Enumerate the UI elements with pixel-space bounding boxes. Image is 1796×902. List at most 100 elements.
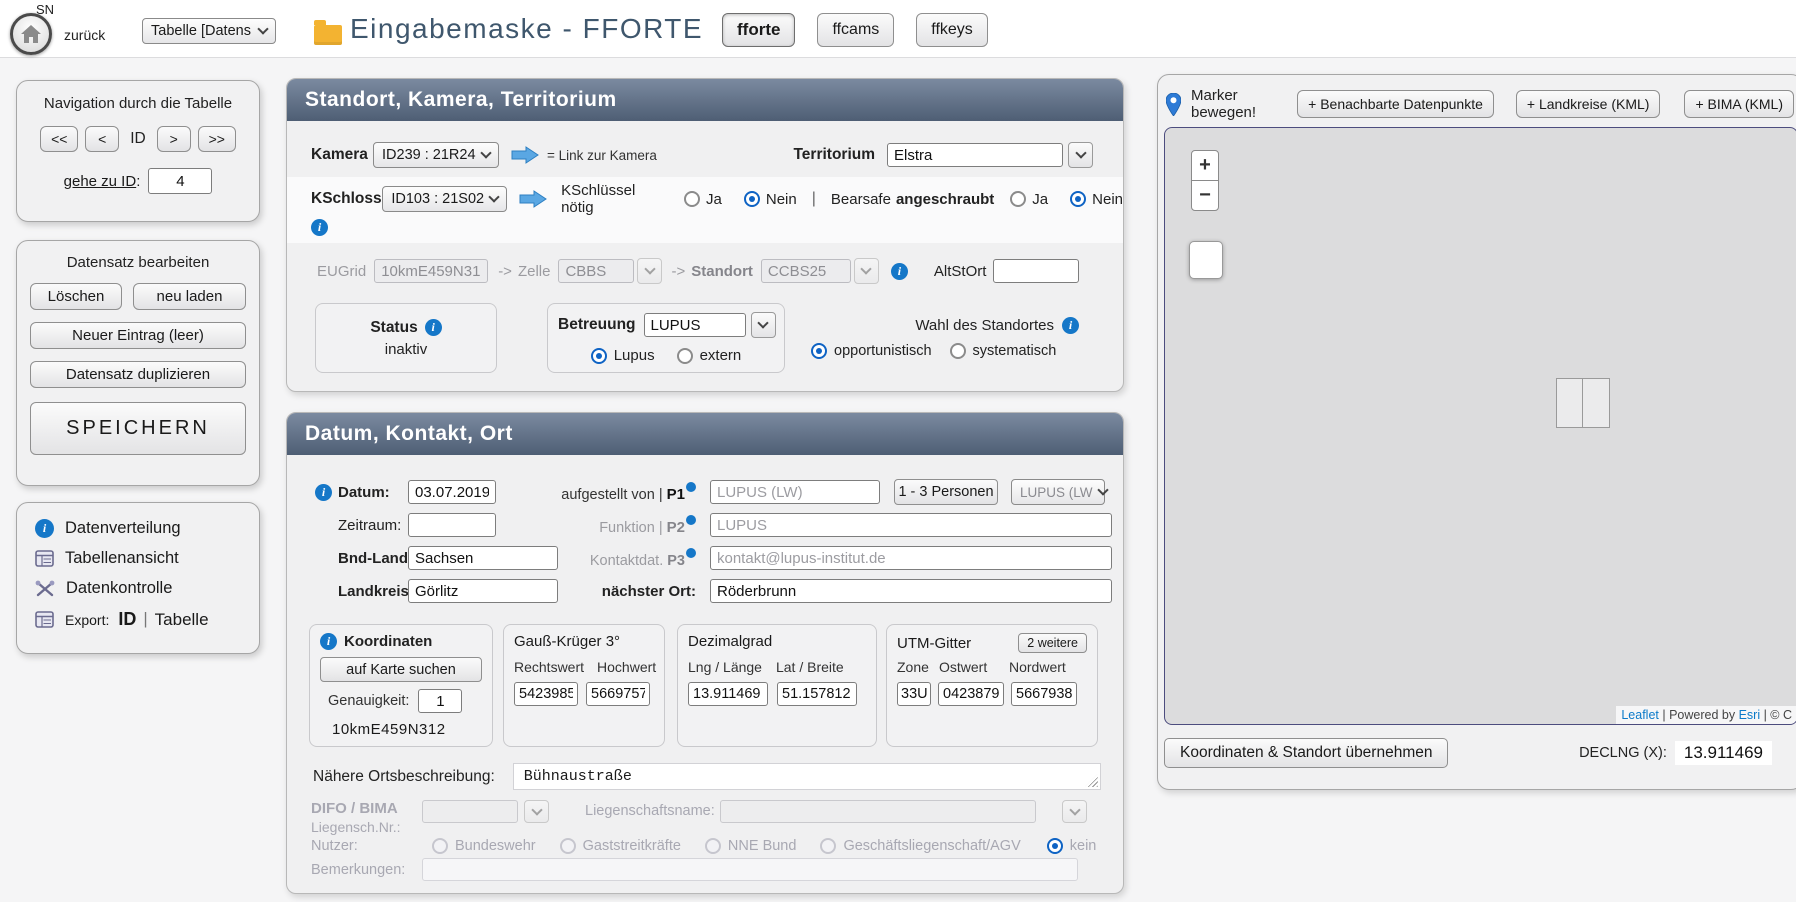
p1-info-icon[interactable] xyxy=(686,482,696,492)
kschluessel-label: KSchlüssel nötig xyxy=(561,182,668,216)
p2-input[interactable] xyxy=(710,513,1112,537)
radio-nutzer-kein[interactable] xyxy=(1047,838,1063,854)
nordwert-input[interactable] xyxy=(1011,682,1077,706)
data-distribution-label: Datenverteilung xyxy=(65,519,181,538)
naechster-ort-input[interactable] xyxy=(710,579,1112,603)
map-layers-button[interactable] xyxy=(1189,241,1223,279)
ortsbeschreibung-textarea[interactable]: Bühnaustraße xyxy=(513,763,1101,790)
wahl-info-icon[interactable]: i xyxy=(1062,317,1079,334)
kamera-select[interactable]: ID239 : 21R24 xyxy=(373,142,499,168)
datum-info-icon[interactable]: i xyxy=(315,484,332,501)
chevron-down-icon xyxy=(1075,147,1086,158)
leaflet-link[interactable]: Leaflet xyxy=(1621,708,1659,722)
bearsafe-nein-label: Nein xyxy=(1092,191,1123,208)
radio-wahl-opportunistisch[interactable] xyxy=(811,343,827,359)
more-coords-button[interactable]: 2 weitere xyxy=(1018,633,1087,653)
altstort-input[interactable] xyxy=(993,259,1079,283)
attribution-sep1: | Powered by xyxy=(1659,708,1739,722)
wahl-label: Wahl des Standortes xyxy=(915,317,1054,334)
betreuung-input[interactable] xyxy=(644,313,746,337)
tab-ffcams[interactable]: ffcams xyxy=(817,13,894,47)
p2-info-icon[interactable] xyxy=(686,515,696,525)
new-entry-button[interactable]: Neuer Eintrag (leer) xyxy=(30,322,246,349)
p1-select[interactable]: LUPUS (LW xyxy=(1011,479,1105,505)
esri-link[interactable]: Esri xyxy=(1739,708,1761,722)
map-attribution: Leaflet | Powered by Esri | © C xyxy=(1616,706,1796,724)
zoom-in-button[interactable]: + xyxy=(1191,150,1219,181)
radio-wahl-systematisch[interactable] xyxy=(950,343,966,359)
tab-ffkeys[interactable]: ffkeys xyxy=(916,13,988,47)
radio-kschluessel-nein[interactable] xyxy=(744,191,760,207)
personen-button[interactable]: 1 - 3 Personen xyxy=(894,479,998,505)
home-button[interactable] xyxy=(10,13,52,55)
territorium-input[interactable] xyxy=(887,143,1063,167)
map-footer: Koordinaten & Standort übernehmen DECLNG… xyxy=(1164,738,1796,768)
dezimalgrad-box: Dezimalgrad Lng / Länge Lat / Breite xyxy=(677,624,877,747)
hochwert-input[interactable] xyxy=(586,682,650,706)
landkreise-kml-button[interactable]: + Landkreise (KML) xyxy=(1516,90,1661,118)
table-view-link[interactable]: Tabellenansicht xyxy=(35,549,241,568)
ostwert-input[interactable] xyxy=(938,682,1004,706)
landkreis-label: Landkreis: xyxy=(338,583,400,600)
chevron-down-icon xyxy=(531,804,542,815)
data-distribution-link[interactable]: i Datenverteilung xyxy=(35,519,241,538)
kschluessel-nein-label: Nein xyxy=(766,191,797,208)
bima-kml-button[interactable]: + BIMA (KML) xyxy=(1684,90,1794,118)
koordinaten-info-icon[interactable]: i xyxy=(320,633,337,650)
export-id-link[interactable]: ID xyxy=(118,609,136,630)
table-select[interactable]: Tabelle [Datens xyxy=(142,18,276,44)
lng-input[interactable] xyxy=(688,682,768,706)
neighbor-datapoints-button[interactable]: + Benachbarte Datenpunkte xyxy=(1297,90,1494,118)
prev-record-button[interactable]: < xyxy=(85,126,119,152)
zoom-out-button[interactable]: − xyxy=(1191,180,1219,211)
radio-bearsafe-nein[interactable] xyxy=(1070,191,1086,207)
tab-fforte[interactable]: fforte xyxy=(722,13,795,47)
genauigkeit-input[interactable] xyxy=(418,689,462,713)
first-record-button[interactable]: << xyxy=(40,126,78,152)
kschloss-info-icon[interactable]: i xyxy=(311,219,328,236)
delete-button[interactable]: Löschen xyxy=(30,283,122,310)
zeitraum-input[interactable] xyxy=(408,513,496,537)
radio-kschluessel-ja[interactable] xyxy=(684,191,700,207)
landkreis-input[interactable] xyxy=(408,579,558,603)
bearsafe-bold-label: angeschraubt xyxy=(896,191,994,208)
duplicate-button[interactable]: Datensatz duplizieren xyxy=(30,361,246,388)
bemerkungen-label: Bemerkungen: xyxy=(311,862,417,878)
betreuung-dropdown-button[interactable] xyxy=(751,312,776,338)
standort-info-icon[interactable]: i xyxy=(891,263,908,280)
map-search-button[interactable]: auf Karte suchen xyxy=(320,657,482,682)
radio-betreuung-extern[interactable] xyxy=(677,348,693,364)
camera-link-label[interactable]: = Link zur Kamera xyxy=(547,148,657,163)
rechtswert-input[interactable] xyxy=(514,682,578,706)
grid-code-label: 10kmE459N312 xyxy=(332,721,482,738)
status-info-icon[interactable]: i xyxy=(425,319,442,336)
back-link[interactable]: zurück xyxy=(64,27,105,43)
save-button[interactable]: SPEICHERN xyxy=(30,402,246,455)
p3-input[interactable] xyxy=(710,546,1112,570)
radio-betreuung-lupus[interactable] xyxy=(591,348,607,364)
export-table-link[interactable]: Tabelle xyxy=(155,610,209,630)
p1-input[interactable] xyxy=(710,480,880,504)
status-label: Status xyxy=(370,319,417,337)
zone-input[interactable] xyxy=(897,682,931,706)
bndland-input[interactable] xyxy=(408,546,558,570)
map-area[interactable]: + − Leaflet | Powered by Esri | © C xyxy=(1164,127,1796,725)
territorium-dropdown-button[interactable] xyxy=(1068,142,1093,168)
altstort-label: AltStOrt xyxy=(934,263,987,280)
lat-input[interactable] xyxy=(777,682,857,706)
resize-handle-icon[interactable] xyxy=(1085,774,1098,787)
kschloss-select[interactable]: ID103 : 21S02 xyxy=(382,186,507,212)
goto-id-link[interactable]: gehe zu ID xyxy=(64,173,137,190)
data-control-link[interactable]: Datenkontrolle xyxy=(35,579,241,598)
last-record-button[interactable]: >> xyxy=(198,126,236,152)
next-record-button[interactable]: > xyxy=(157,126,191,152)
reload-button[interactable]: neu laden xyxy=(133,283,246,310)
zeitraum-label: Zeitraum: xyxy=(338,517,400,534)
radio-bearsafe-ja[interactable] xyxy=(1010,191,1026,207)
chevron-down-icon xyxy=(1097,484,1108,495)
p3-info-icon[interactable] xyxy=(686,548,696,558)
goto-id-input[interactable] xyxy=(148,168,212,194)
datum-input[interactable] xyxy=(408,480,496,504)
eugrid-input xyxy=(374,259,488,283)
apply-coordinates-button[interactable]: Koordinaten & Standort übernehmen xyxy=(1164,738,1448,768)
